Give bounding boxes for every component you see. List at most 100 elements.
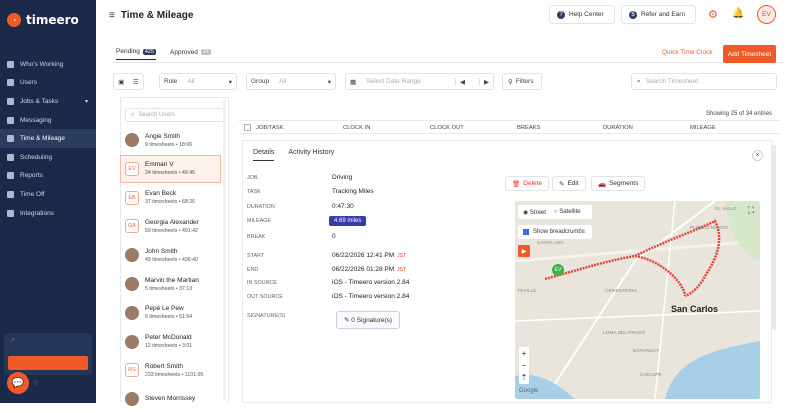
list-item[interactable]: Marvin the Martian 5 timesheets • 37:13 (121, 270, 228, 298)
field-label: OUT SOURCE (247, 294, 283, 300)
street-option[interactable]: ◉ Street (523, 209, 546, 216)
search-icon: ⌕ (131, 111, 135, 118)
tab-divider (112, 62, 784, 63)
field-value: 0:47:30 (332, 203, 354, 210)
field-label: END (247, 267, 259, 273)
avatar[interactable]: EV (757, 5, 776, 24)
user-name: Angie Smith (145, 132, 181, 140)
sidebar-item-integrations[interactable]: Integrations (0, 204, 96, 223)
collapse-menu-icon[interactable]: ≡ (109, 10, 115, 21)
tab-details[interactable]: Details (253, 149, 275, 161)
sidebar-item-time-mileage[interactable]: Time & Mileage (0, 129, 96, 148)
signatures-button[interactable]: ✎ 0 Signature(s) (336, 311, 401, 329)
column-header[interactable]: JOB/TASK (256, 125, 284, 131)
map-label: YEVILLE (517, 289, 537, 294)
segments-button[interactable]: 🚗 Segments (591, 176, 646, 191)
select-all-checkbox[interactable] (244, 124, 251, 131)
detail-scrollbar[interactable] (772, 145, 776, 330)
fullscreen-icon[interactable]: ⛶ (748, 205, 754, 216)
tab-activity-history[interactable]: Activity History (288, 149, 334, 161)
avatar: RS (125, 363, 139, 378)
avatar (125, 248, 139, 263)
edit-button[interactable]: ✎ Edit (552, 176, 586, 191)
list-item[interactable]: EV Emman V 34 timesheets • 49:45 (120, 154, 221, 183)
segments-label: Segments (609, 180, 639, 187)
list-item[interactable]: Pepé Le Pew 6 timesheets • 51:54 (121, 299, 228, 327)
drag-handle-icon[interactable]: ⠿ (33, 380, 38, 388)
column-header[interactable]: CLOCK OUT (430, 125, 464, 131)
promo-button[interactable] (8, 356, 88, 370)
list-item[interactable]: Angie Smith 9 timesheets • 18:06 (121, 126, 228, 154)
delete-button[interactable]: 🗑 Delete (505, 176, 550, 191)
zoom-out-icon[interactable]: − (522, 361, 527, 370)
map-label: CEMENTERIO (605, 289, 637, 294)
user-info: Robert Smith 233 timesheets • 1101:05 (145, 363, 203, 378)
list-item[interactable]: John Smith 49 timesheets • 436:40 (121, 241, 228, 269)
plug-icon (7, 209, 14, 217)
role-label: Role (164, 78, 178, 85)
date-range-picker[interactable]: ▦ Select Date Range ◀ ▶ (345, 73, 494, 90)
sidebar-item-users[interactable]: Users (0, 74, 96, 93)
app-logo[interactable]: ◔ timeero (0, 0, 96, 40)
list-view-icon[interactable]: ☰ (133, 78, 139, 86)
add-timesheet-button[interactable]: Add Timesheet (723, 45, 776, 63)
date-range-placeholder: Select Date Range (366, 78, 421, 85)
tab-pending[interactable]: Pending 425 (116, 48, 157, 60)
start-time: 06/22/2026 12:41 PM (332, 252, 395, 259)
column-header[interactable]: MILEAGE (690, 125, 716, 131)
user-name: Robert Smith (145, 362, 183, 370)
field-value: Driving (332, 174, 353, 181)
column-header[interactable]: BREAKS (517, 125, 541, 131)
chevron-right-icon[interactable]: ▶ (479, 77, 493, 86)
tab-approved[interactable]: Approved 37 (170, 48, 211, 60)
show-breadcrumbs-toggle[interactable]: Show breadcrumbs (518, 225, 592, 239)
quick-time-clock-link[interactable]: Quick Time Clock (662, 49, 713, 56)
checkbox[interactable] (523, 229, 529, 235)
user-marker[interactable]: EV (552, 264, 564, 276)
map-label: EL VALLE (715, 207, 737, 212)
users-panel: ⌕ Search Users Angie Smith 9 timesheets • … (120, 97, 229, 407)
list-item[interactable]: RS Robert Smith 233 timesheets • 1101:05 (121, 356, 228, 384)
showing-count: Showing 25 of 34 entries (706, 111, 773, 117)
list-item[interactable]: GA Georgia Alexander 59 timesheets • 491:4… (121, 212, 228, 240)
play-icon[interactable]: ▶ (518, 245, 530, 257)
field-label: START (247, 253, 265, 259)
filters-button[interactable]: ⚲ Filters (502, 73, 542, 90)
sidebar-item-time-off[interactable]: Time Off (0, 185, 96, 204)
gear-icon[interactable]: ⚙ (708, 8, 718, 21)
edit-label: Edit (567, 180, 579, 187)
search-timesheet-input[interactable]: ⌕ Search Timesheet (631, 73, 777, 90)
chart-icon (7, 172, 14, 180)
user-info: John Smith 49 timesheets • 436:40 (145, 248, 198, 263)
bell-icon[interactable]: 🔔 (732, 8, 744, 19)
chevron-down-icon: ▾ (228, 78, 232, 86)
sidebar-item-jobs-tasks[interactable]: Jobs & Tasks ▾ (0, 92, 96, 111)
list-item[interactable]: Peter McDonald 12 timesheets • 3:01 (121, 328, 228, 356)
compass-icon[interactable]: ⇡ (521, 373, 528, 382)
column-header[interactable]: CLOCK IN (343, 125, 370, 131)
sidebar-item-label: Time Off (20, 190, 45, 198)
user-name: Marvin the Martian (145, 276, 199, 284)
refer-and-earn-button[interactable]: $ Refer and Earn (621, 5, 696, 24)
split-view-icon[interactable]: ▣ (118, 78, 124, 86)
sidebar-item-messaging[interactable]: Messaging (0, 111, 96, 130)
sidebar-item-whos-working[interactable]: Who's Working (0, 55, 96, 74)
sidebar-item-scheduling[interactable]: Scheduling (0, 148, 96, 167)
role-select[interactable]: Role All ▾ (159, 73, 237, 90)
google-attribution: Google (519, 388, 539, 394)
search-users-input[interactable]: ⌕ Search Users (125, 108, 224, 122)
route-map[interactable]: ◉ Street ○ Satellite Show breadcrumbs ▶ … (515, 201, 760, 399)
close-icon[interactable]: × (752, 150, 763, 161)
chevron-left-icon[interactable]: ◀ (455, 77, 469, 86)
user-name: Peter McDonald (145, 334, 192, 342)
users-scrollbar[interactable] (223, 100, 226, 400)
sidebar-item-reports[interactable]: Reports (0, 167, 96, 186)
list-item[interactable]: Steven Morrissey (121, 385, 228, 413)
group-select[interactable]: Group All ▾ (246, 73, 336, 90)
satellite-option[interactable]: ○ Satellite (554, 209, 581, 215)
column-header[interactable]: DURATION (603, 125, 633, 131)
list-item[interactable]: EB Evan Beck 37 timesheets • 68:26 (121, 184, 228, 212)
chat-icon[interactable]: 💬 (7, 372, 29, 394)
help-center-button[interactable]: ? Help Center (549, 5, 615, 24)
zoom-in-icon[interactable]: + (522, 349, 527, 358)
